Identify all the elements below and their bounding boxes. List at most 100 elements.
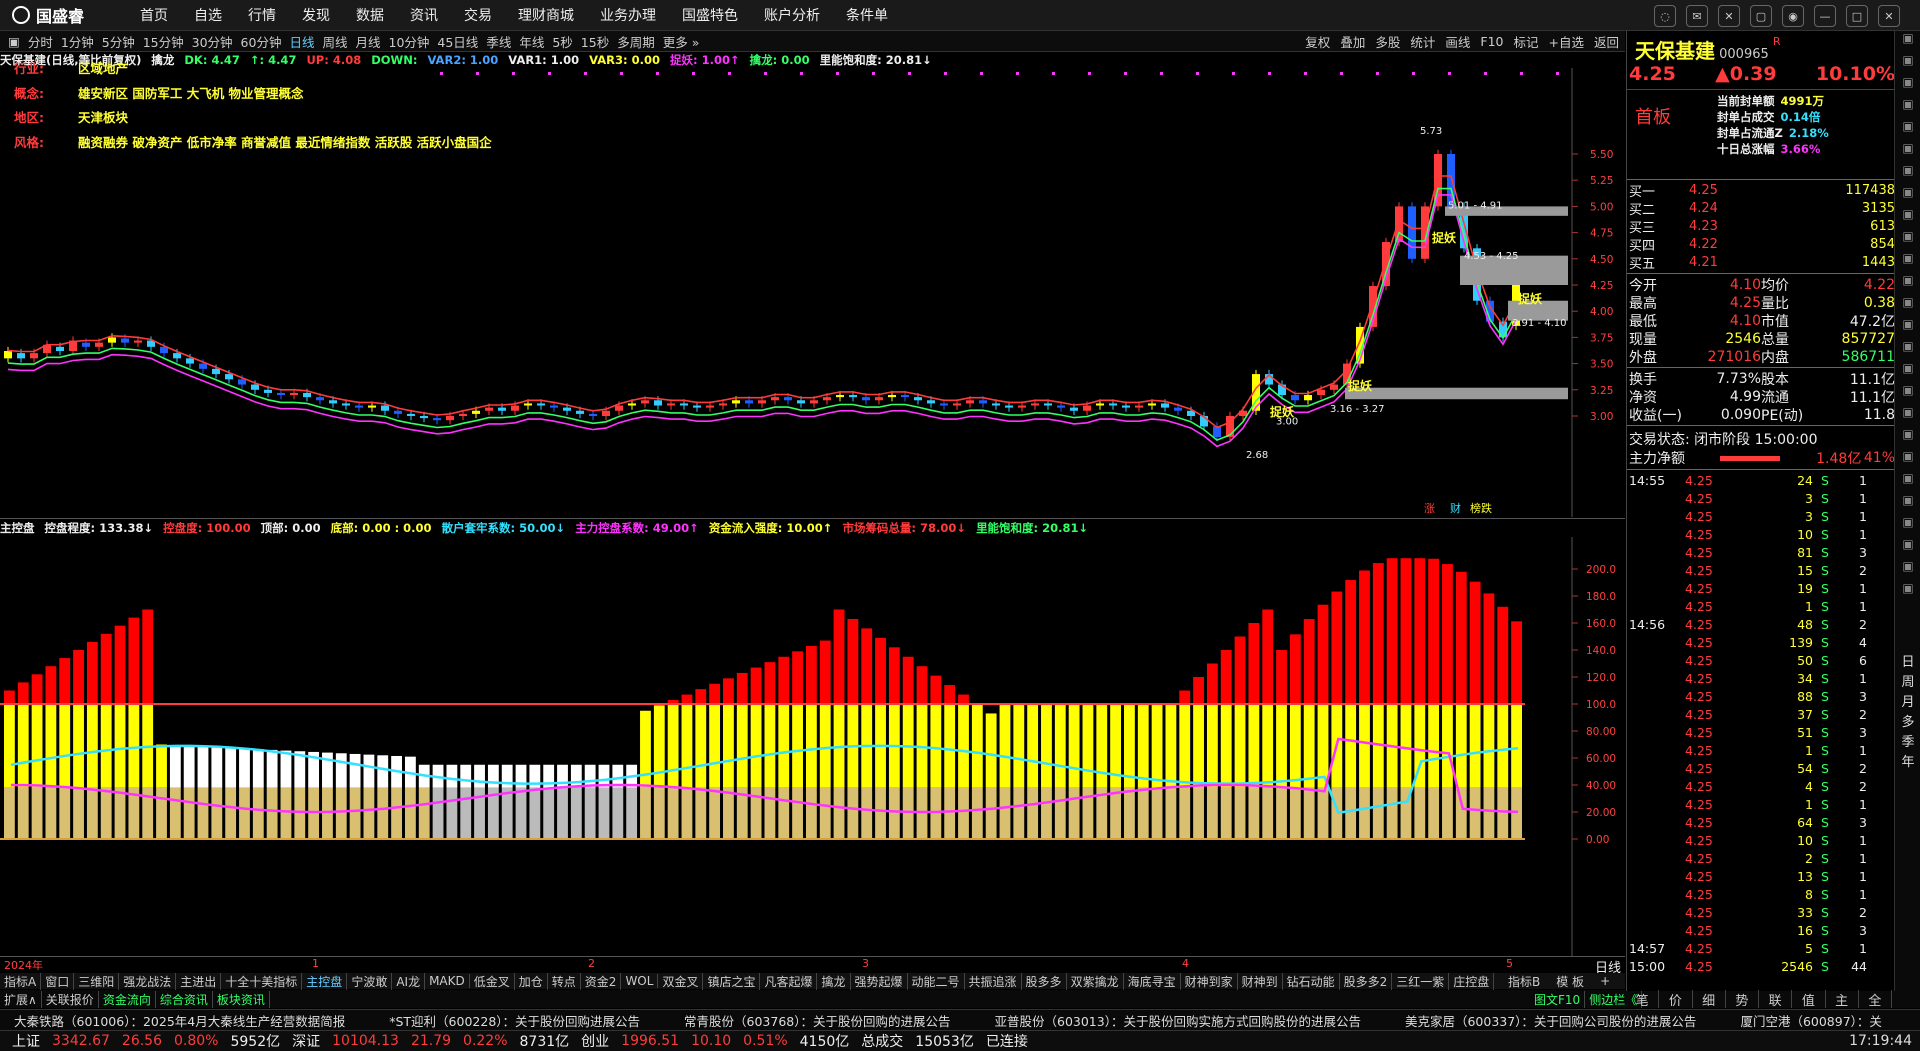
sub-indicator-name[interactable]: 主控盘: [0, 520, 35, 536]
menu-item[interactable]: 业务办理: [600, 5, 656, 25]
minimize-icon[interactable]: —: [1814, 5, 1836, 27]
period-tab[interactable]: 5秒: [552, 32, 572, 51]
indicator-tab-tool[interactable]: 模 板: [1548, 973, 1592, 990]
indicator-tab[interactable]: 凡客起爆: [760, 972, 818, 990]
chart-tool-button[interactable]: 复权: [1305, 32, 1330, 51]
menu-item[interactable]: 理财商城: [518, 5, 574, 25]
lower-tab[interactable]: 板块资讯: [213, 990, 270, 1008]
doc-icon[interactable]: ▣: [1895, 119, 1920, 141]
period-vtab[interactable]: 季: [1895, 731, 1920, 751]
trade-row[interactable]: 4.25 139 S 4: [1629, 633, 1895, 651]
calc-icon[interactable]: ▣: [1895, 317, 1920, 339]
trade-row[interactable]: 4.25 37 S 2: [1629, 705, 1895, 723]
skin-icon[interactable]: ▢: [1750, 5, 1772, 27]
indicator-tab[interactable]: 宁波敢: [347, 972, 393, 990]
chat-icon[interactable]: ◌: [1654, 5, 1676, 27]
chart-icon[interactable]: ▣: [1895, 75, 1920, 97]
indicator-tab[interactable]: 加仓: [515, 972, 548, 990]
indicator-tab[interactable]: 镇店之宝: [703, 972, 761, 990]
period-tab[interactable]: 季线: [486, 32, 511, 51]
indicator-tab[interactable]: 强势起爆: [851, 972, 908, 990]
sub-panel[interactable]: 主控盘 控盘程度: 133.38↓ 控盘度: 100.00 顶部: 0.00 底部: …: [0, 518, 1625, 956]
indicator-tab[interactable]: 资金2: [581, 972, 622, 990]
indicator-tab[interactable]: 三维阳: [74, 972, 120, 990]
restore-icon[interactable]: □: [1846, 5, 1868, 27]
menu-item[interactable]: 数据: [356, 5, 384, 25]
trade-row[interactable]: 4.25 88 S 3: [1629, 687, 1895, 705]
close-icon[interactable]: ✕: [1878, 5, 1900, 27]
chart-tool-button[interactable]: 画线: [1445, 32, 1470, 51]
period-tab[interactable]: 年线: [519, 32, 544, 51]
mail-icon[interactable]: ✉: [1686, 5, 1708, 27]
indicator-tab[interactable]: 共振追涨: [965, 972, 1022, 990]
trade-row[interactable]: 4.25 2 S 1: [1629, 849, 1895, 867]
trade-row[interactable]: 4.25 8 S 1: [1629, 885, 1895, 903]
chart-tool-button[interactable]: 返回: [1594, 32, 1619, 51]
period-tab[interactable]: 10分钟: [389, 32, 430, 51]
chart-tool-button[interactable]: +自选: [1549, 32, 1584, 51]
period-tab[interactable]: 15分钟: [143, 32, 184, 51]
menu-item[interactable]: 发现: [302, 5, 330, 25]
menu-item[interactable]: 账户分析: [764, 5, 820, 25]
period-tab[interactable]: 1分钟: [61, 32, 94, 51]
tools-icon[interactable]: ✕: [1718, 5, 1740, 27]
stack-icon[interactable]: ▣: [1895, 581, 1920, 603]
order-book-row[interactable]: 买五 4.21 1443: [1629, 253, 1895, 272]
indicator-tab[interactable]: 强龙战法: [119, 972, 177, 990]
menu-item[interactable]: 行情: [248, 5, 276, 25]
indicator-tab[interactable]: 钻石动能: [1283, 972, 1340, 990]
chart-tool-button[interactable]: F10: [1480, 34, 1503, 49]
lower-tab[interactable]: 综合资讯: [156, 990, 213, 1008]
trade-row[interactable]: 4.25 10 S 1: [1629, 831, 1895, 849]
chart-tool-button[interactable]: 叠加: [1340, 32, 1365, 51]
lower-tab[interactable]: 资金流向: [99, 990, 156, 1008]
trade-list[interactable]: 14:55 4.25 24 S 1 4.25 3 S 1 4.25 3 S 1 4.25 10 S 1 4.25 8…: [1629, 471, 1895, 975]
trade-row[interactable]: 4.25 10 S 1: [1629, 525, 1895, 543]
indicator-tab[interactable]: 窗口: [41, 972, 75, 990]
trade-row[interactable]: 4.25 81 S 3: [1629, 543, 1895, 561]
trade-row[interactable]: 4.25 19 S 1: [1629, 579, 1895, 597]
period-vtab[interactable]: 年: [1895, 751, 1920, 771]
menu-item[interactable]: 首页: [140, 5, 168, 25]
quote-tab[interactable]: 全: [1859, 990, 1892, 1009]
trade-row[interactable]: 4.25 13 S 1: [1629, 867, 1895, 885]
main-indicator-name[interactable]: 擒龙: [151, 52, 174, 68]
period-tab[interactable]: 周线: [322, 32, 347, 51]
chevron-up-icon[interactable]: ▣: [1895, 31, 1920, 53]
menu-item[interactable]: 国盛特色: [682, 5, 738, 25]
trade-row[interactable]: 4.25 16 S 3: [1629, 921, 1895, 939]
chart-tool-button[interactable]: 标记: [1513, 32, 1538, 51]
flag-icon[interactable]: ▣: [1895, 207, 1920, 229]
menu-item[interactable]: 交易: [464, 5, 492, 25]
indicator-tab[interactable]: 主进出: [176, 972, 222, 990]
settings-icon[interactable]: ▣: [1895, 163, 1920, 185]
sub-chart[interactable]: 200.0 180.0 160.0 140.0 120.0 100.0 80.00 60.00…: [0, 537, 1625, 956]
trade-row[interactable]: 4.25 3 S 1: [1629, 489, 1895, 507]
indicator-tab[interactable]: AI龙: [392, 972, 426, 990]
news-item[interactable]: 大秦铁路（601006）：2025年4月大秦线生产经营数据简报: [14, 1011, 345, 1030]
tag-icon[interactable]: ▣: [1895, 405, 1920, 427]
news-item[interactable]: 亚普股份（603013）：关于股份回购实施方式回购股份的进展公告: [995, 1011, 1361, 1030]
period-tab[interactable]: 15秒: [581, 32, 609, 51]
period-vtab[interactable]: 日: [1895, 651, 1920, 671]
percent-icon[interactable]: ▣: [1895, 427, 1920, 449]
bell-icon[interactable]: ▣: [1895, 295, 1920, 317]
map-icon[interactable]: ▣: [1895, 515, 1920, 537]
trade-row[interactable]: 4.25 64 S 3: [1629, 813, 1895, 831]
kline-chart[interactable]: 5.50 5.25 5.00 4.75 4.50 4.25 4.00 3.75 3.50 3.25…: [0, 68, 1625, 517]
coin-icon[interactable]: ▣: [1895, 493, 1920, 515]
news-item[interactable]: 常青股份（603768）：关于股份回购的进展公告: [684, 1011, 950, 1030]
indicator-tab[interactable]: 双金叉: [658, 972, 704, 990]
indicator-tab[interactable]: 双紫擒龙: [1067, 972, 1124, 990]
indicator-tab[interactable]: 动能二号: [908, 972, 965, 990]
indicator-tab[interactable]: 低金叉: [470, 972, 515, 990]
order-book-row[interactable]: 买一 4.25 117438: [1629, 181, 1895, 200]
indicator-tab[interactable]: 三红一紫: [1392, 972, 1450, 990]
period-tab[interactable]: 45日线: [437, 32, 478, 51]
trade-row[interactable]: 4.25 15 S 2: [1629, 561, 1895, 579]
quote-tab[interactable]: 主: [1826, 990, 1859, 1009]
panel-toggle-icon[interactable]: ▣: [8, 34, 20, 49]
globe-icon[interactable]: ▣: [1895, 273, 1920, 295]
order-book-row[interactable]: 买四 4.22 854: [1629, 235, 1895, 254]
quote-tab[interactable]: 值: [1792, 990, 1826, 1009]
